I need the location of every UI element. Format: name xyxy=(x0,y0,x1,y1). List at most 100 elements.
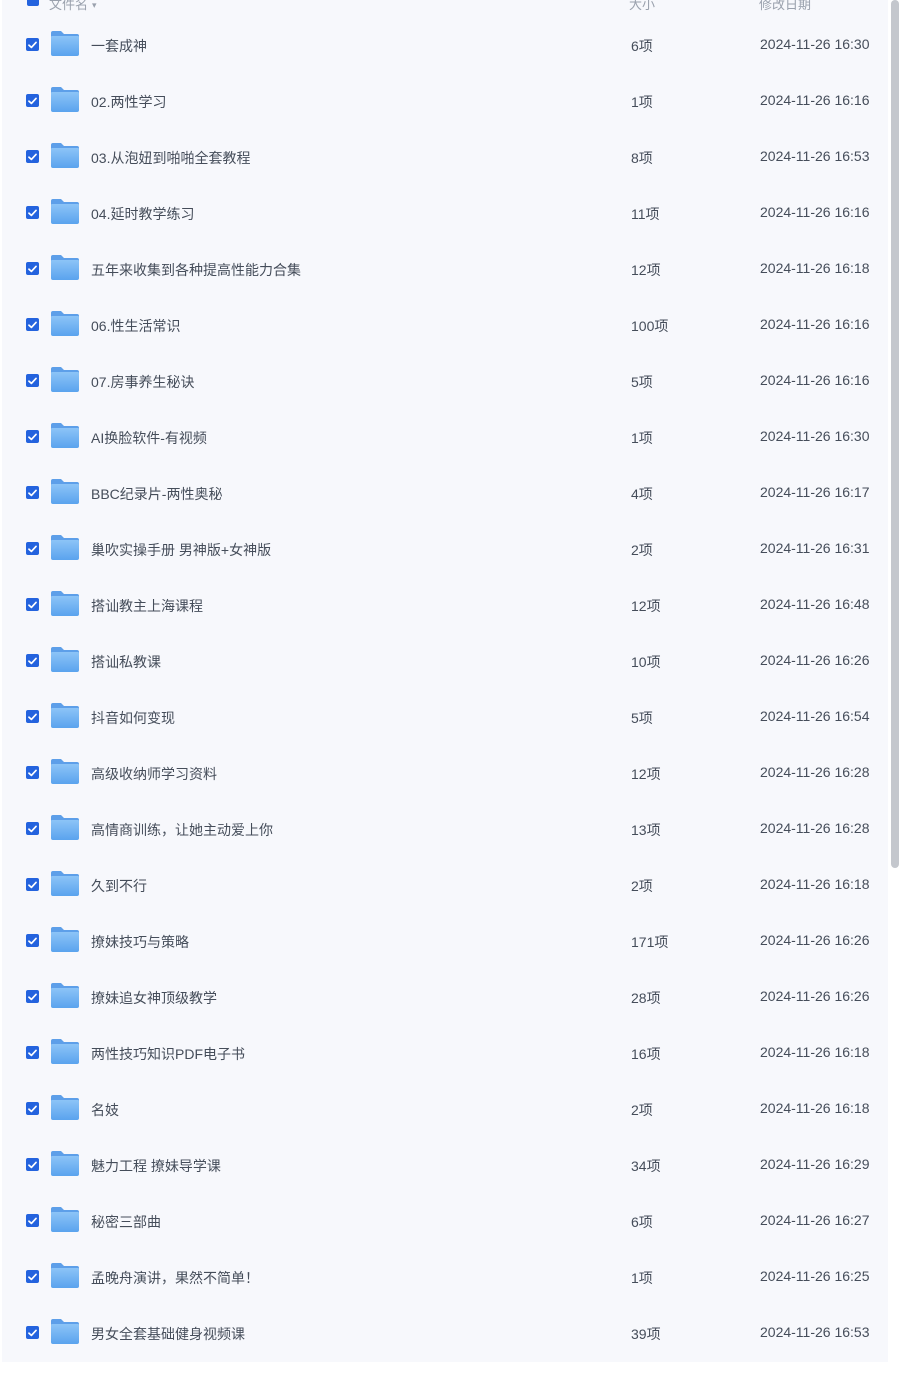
table-row[interactable]: 撩妹技巧与策略 171项 2024-11-26 16:26 xyxy=(2,912,888,968)
file-modified-date: 2024-11-26 16:26 xyxy=(760,932,870,948)
file-name[interactable]: 秘密三部曲 xyxy=(91,1212,161,1232)
row-checkbox[interactable] xyxy=(26,766,39,779)
row-checkbox[interactable] xyxy=(26,934,39,947)
row-checkbox[interactable] xyxy=(26,318,39,331)
row-checkbox[interactable] xyxy=(26,1102,39,1115)
table-row[interactable]: 一套成神 6项 2024-11-26 16:30 xyxy=(2,16,888,72)
sort-down-icon[interactable]: ▾ xyxy=(92,0,97,11)
row-checkbox[interactable] xyxy=(26,878,39,891)
table-row[interactable]: 07.房事养生秘诀 5项 2024-11-26 16:16 xyxy=(2,352,888,408)
table-row[interactable]: 高情商训练，让她主动爱上你 13项 2024-11-26 16:28 xyxy=(2,800,888,856)
row-checkbox[interactable] xyxy=(26,150,39,163)
file-size: 5项 xyxy=(631,710,653,726)
folder-icon xyxy=(50,478,80,505)
file-name[interactable]: 06.性生活常识 xyxy=(91,316,180,336)
file-name[interactable]: 两性技巧知识PDF电子书 xyxy=(91,1044,245,1064)
select-all-checkbox[interactable] xyxy=(27,0,39,6)
file-modified-date: 2024-11-26 16:30 xyxy=(760,428,870,444)
file-name[interactable]: 久到不行 xyxy=(91,876,147,896)
row-checkbox[interactable] xyxy=(26,822,39,835)
file-size: 100项 xyxy=(631,318,669,334)
file-name[interactable]: 03.从泡妞到啪啪全套教程 xyxy=(91,148,250,168)
table-row[interactable]: 久到不行 2项 2024-11-26 16:18 xyxy=(2,856,888,912)
row-checkbox[interactable] xyxy=(26,486,39,499)
folder-icon xyxy=(50,1150,80,1177)
table-row[interactable]: 高级收纳师学习资料 12项 2024-11-26 16:28 xyxy=(2,744,888,800)
table-row[interactable]: 巢吹实操手册 男神版+女神版 2项 2024-11-26 16:31 xyxy=(2,520,888,576)
table-row[interactable]: 抖音如何变现 5项 2024-11-26 16:54 xyxy=(2,688,888,744)
file-name[interactable]: 高情商训练，让她主动爱上你 xyxy=(91,820,273,840)
table-row[interactable]: 撩妹追女神顶级教学 28项 2024-11-26 16:26 xyxy=(2,968,888,1024)
file-name[interactable]: 02.两性学习 xyxy=(91,92,166,112)
file-name[interactable]: 巢吹实操手册 男神版+女神版 xyxy=(91,540,271,560)
file-name[interactable]: 07.房事养生秘诀 xyxy=(91,372,194,392)
row-checkbox[interactable] xyxy=(26,1270,39,1283)
file-name[interactable]: 名妓 xyxy=(91,1100,119,1120)
table-row[interactable]: 06.性生活常识 100项 2024-11-26 16:16 xyxy=(2,296,888,352)
file-name[interactable]: BBC纪录片-两性奥秘 xyxy=(91,484,222,504)
file-name[interactable]: 04.延时教学练习 xyxy=(91,204,194,224)
file-rows: 一套成神 6项 2024-11-26 16:30 02.两性学习 1项 2024… xyxy=(2,16,888,1360)
column-header-name[interactable]: 文件名 ▾ xyxy=(49,0,97,13)
file-name[interactable]: 撩妹技巧与策略 xyxy=(91,932,189,952)
file-list-header: 文件名 ▾ 大小 修改日期 xyxy=(2,0,888,16)
scrollbar-thumb[interactable] xyxy=(891,0,899,868)
file-name[interactable]: 魅力工程 撩妹导学课 xyxy=(91,1156,221,1176)
folder-icon xyxy=(50,646,80,673)
folder-icon xyxy=(50,198,80,225)
table-row[interactable]: 搭讪教主上海课程 12项 2024-11-26 16:48 xyxy=(2,576,888,632)
file-list-panel: 文件名 ▾ 大小 修改日期 一套成神 6项 2024-11-26 16:30 0… xyxy=(2,0,888,1362)
file-size: 28项 xyxy=(631,990,661,1006)
column-header-size[interactable]: 大小 xyxy=(629,0,655,13)
row-checkbox[interactable] xyxy=(26,598,39,611)
column-header-date[interactable]: 修改日期 xyxy=(759,0,811,13)
row-checkbox[interactable] xyxy=(26,1214,39,1227)
table-row[interactable]: 04.延时教学练习 11项 2024-11-26 16:16 xyxy=(2,184,888,240)
file-name[interactable]: 撩妹追女神顶级教学 xyxy=(91,988,217,1008)
file-size: 12项 xyxy=(631,766,661,782)
row-checkbox[interactable] xyxy=(26,1326,39,1339)
row-checkbox[interactable] xyxy=(26,1046,39,1059)
table-row[interactable]: AI换脸软件-有视频 1项 2024-11-26 16:30 xyxy=(2,408,888,464)
file-name[interactable]: 男女全套基础健身视频课 xyxy=(91,1324,245,1344)
table-row[interactable]: 魅力工程 撩妹导学课 34项 2024-11-26 16:29 xyxy=(2,1136,888,1192)
table-row[interactable]: BBC纪录片-两性奥秘 4项 2024-11-26 16:17 xyxy=(2,464,888,520)
file-name[interactable]: 孟晚舟演讲，果然不简单！ xyxy=(91,1268,259,1288)
file-modified-date: 2024-11-26 16:30 xyxy=(760,36,870,52)
table-row[interactable]: 孟晚舟演讲，果然不简单！ 1项 2024-11-26 16:25 xyxy=(2,1248,888,1304)
row-checkbox[interactable] xyxy=(26,654,39,667)
row-checkbox[interactable] xyxy=(26,430,39,443)
folder-icon xyxy=(50,254,80,281)
table-row[interactable]: 03.从泡妞到啪啪全套教程 8项 2024-11-26 16:53 xyxy=(2,128,888,184)
row-checkbox[interactable] xyxy=(26,1158,39,1171)
file-name[interactable]: AI换脸软件-有视频 xyxy=(91,428,207,448)
row-checkbox[interactable] xyxy=(26,710,39,723)
file-size: 39项 xyxy=(631,1326,661,1342)
table-row[interactable]: 五年来收集到各种提高性能力合集 12项 2024-11-26 16:18 xyxy=(2,240,888,296)
file-size: 10项 xyxy=(631,654,661,670)
table-row[interactable]: 搭讪私教课 10项 2024-11-26 16:26 xyxy=(2,632,888,688)
folder-icon xyxy=(50,310,80,337)
table-row[interactable]: 两性技巧知识PDF电子书 16项 2024-11-26 16:18 xyxy=(2,1024,888,1080)
row-checkbox[interactable] xyxy=(26,990,39,1003)
row-checkbox[interactable] xyxy=(26,542,39,555)
row-checkbox[interactable] xyxy=(26,206,39,219)
file-size: 16项 xyxy=(631,1046,661,1062)
file-name[interactable]: 抖音如何变现 xyxy=(91,708,175,728)
file-name[interactable]: 一套成神 xyxy=(91,36,147,56)
row-checkbox[interactable] xyxy=(26,38,39,51)
table-row[interactable]: 秘密三部曲 6项 2024-11-26 16:27 xyxy=(2,1192,888,1248)
table-row[interactable]: 02.两性学习 1项 2024-11-26 16:16 xyxy=(2,72,888,128)
file-name[interactable]: 高级收纳师学习资料 xyxy=(91,764,217,784)
table-row[interactable]: 男女全套基础健身视频课 39项 2024-11-26 16:53 xyxy=(2,1304,888,1360)
file-size: 12项 xyxy=(631,262,661,278)
row-checkbox[interactable] xyxy=(26,94,39,107)
file-modified-date: 2024-11-26 16:53 xyxy=(760,1324,870,1340)
row-checkbox[interactable] xyxy=(26,374,39,387)
row-checkbox[interactable] xyxy=(26,262,39,275)
file-name[interactable]: 搭讪教主上海课程 xyxy=(91,596,203,616)
file-modified-date: 2024-11-26 16:16 xyxy=(760,316,870,332)
file-name[interactable]: 五年来收集到各种提高性能力合集 xyxy=(91,260,301,280)
file-name[interactable]: 搭讪私教课 xyxy=(91,652,161,672)
table-row[interactable]: 名妓 2项 2024-11-26 16:18 xyxy=(2,1080,888,1136)
